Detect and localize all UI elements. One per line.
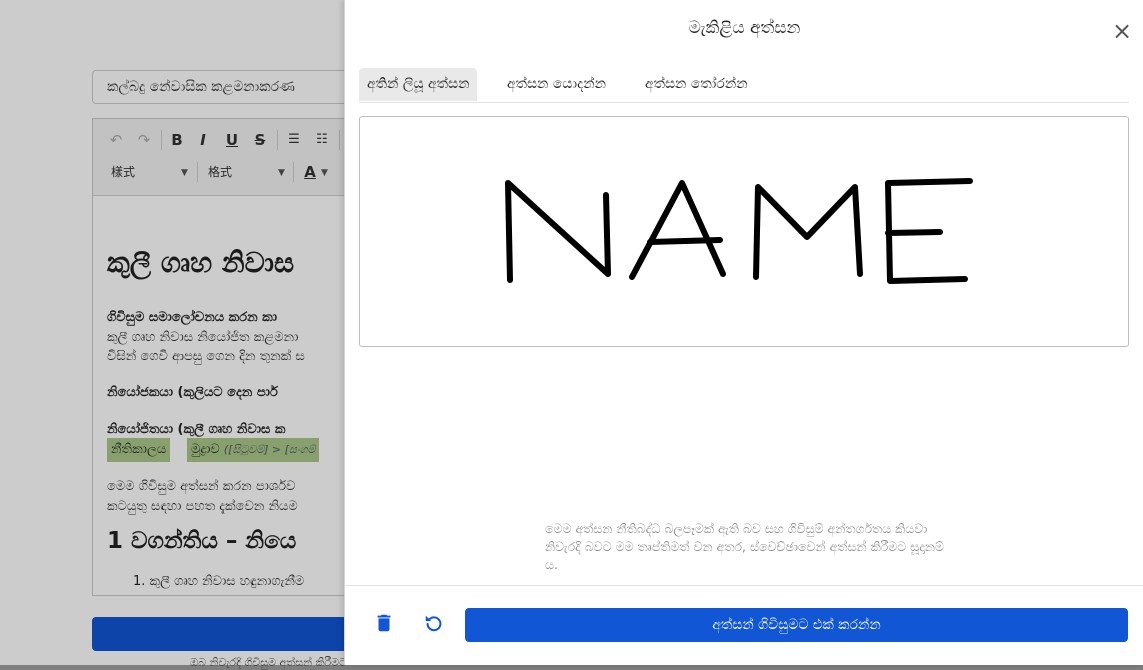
undo-icon[interactable]: [423, 612, 453, 640]
add-signature-button[interactable]: අත්සන් ගිවිසුමට එක් කරන්න: [465, 608, 1128, 642]
tab-type-signature[interactable]: අත්සන යොදන්න: [499, 68, 614, 101]
tab-handwritten[interactable]: අතින් ලියූ අත්සන: [359, 68, 478, 101]
footer-divider: [345, 585, 1143, 586]
panel-title: මැකිළිය අත්සන: [688, 18, 801, 38]
signature-tabs: අතින් ලියූ අත්සන අත්සන යොදන්න අත්සන තෝරන…: [359, 68, 1129, 103]
signature-drawing: [505, 178, 973, 284]
close-icon[interactable]: ×: [1109, 18, 1135, 44]
tab-select-signature[interactable]: අත්සන තෝරන්න: [637, 68, 756, 101]
trash-icon[interactable]: [373, 612, 403, 640]
signature-panel: මැකිළිය අත්සන × අතින් ලියූ අත්සන අත්සන ය…: [344, 0, 1143, 665]
signature-disclaimer: මෙම අත්සන නීතිබද්ධ බලපෑමක් ඇති බව සහ ගිව…: [545, 521, 944, 572]
signature-canvas[interactable]: [359, 116, 1129, 347]
